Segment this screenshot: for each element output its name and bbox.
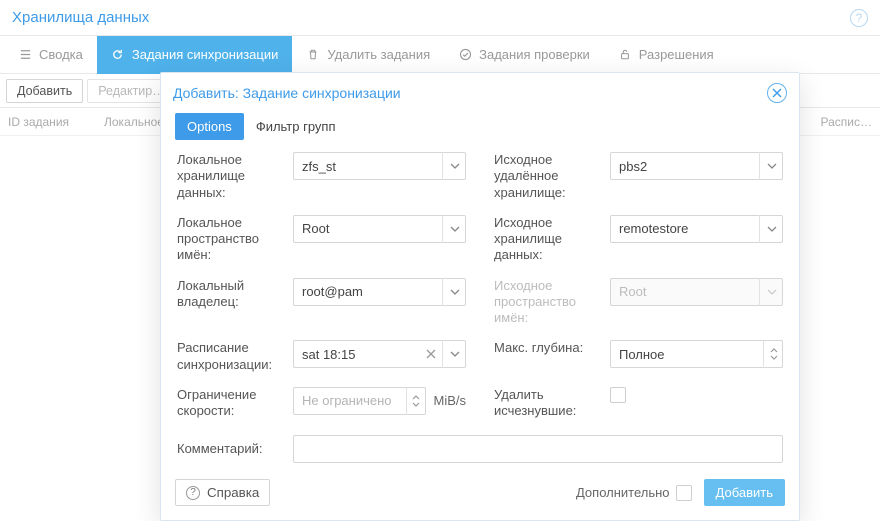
label-comment: Комментарий: (177, 441, 283, 457)
spinner-icon[interactable] (763, 340, 783, 368)
chevron-down-icon[interactable] (759, 215, 783, 243)
local-owner-select[interactable] (293, 278, 466, 306)
modal-title: Добавить: Задание синхронизации (173, 85, 401, 101)
submit-button[interactable]: Добавить (704, 479, 785, 506)
label-rate: Ограничение скорости: (177, 387, 283, 420)
chevron-down-icon[interactable] (759, 152, 783, 180)
advanced-toggle[interactable]: Дополнительно (576, 485, 692, 501)
advanced-label: Дополнительно (576, 485, 670, 500)
local-store-select[interactable] (293, 152, 466, 180)
help-button[interactable]: ? Справка (175, 479, 270, 506)
rate-unit: MiB/s (434, 393, 467, 408)
modal-tab-group-filter[interactable]: Фильтр групп (244, 113, 348, 140)
label-remote: Исходное удалённое хранилище: (494, 152, 600, 201)
chevron-down-icon (759, 278, 783, 306)
remove-vanished-checkbox[interactable] (610, 387, 626, 403)
label-remove-vanished: Удалить исчезнувшие: (494, 387, 600, 420)
remote-store-select[interactable] (610, 215, 783, 243)
help-button-label: Справка (207, 485, 259, 500)
chevron-down-icon[interactable] (442, 215, 466, 243)
chevron-down-icon[interactable] (442, 152, 466, 180)
label-local-ns: Локальное пространство имён: (177, 215, 283, 264)
label-remote-store: Исходное хранилище данных: (494, 215, 600, 264)
clear-icon[interactable] (422, 340, 440, 368)
max-depth-input[interactable] (610, 340, 783, 368)
comment-input[interactable] (293, 435, 783, 463)
chevron-down-icon[interactable] (442, 340, 466, 368)
modal-add-sync-job: Добавить: Задание синхронизации Options … (160, 72, 800, 521)
remote-select[interactable] (610, 152, 783, 180)
label-max-depth: Макс. глубина: (494, 340, 600, 356)
label-local-store: Локальное хранилище данных: (177, 152, 283, 201)
close-icon[interactable] (767, 83, 787, 103)
label-local-owner: Локальный владелец: (177, 278, 283, 311)
modal-tab-options[interactable]: Options (175, 113, 244, 140)
label-remote-ns: Исходное пространство имён: (494, 278, 600, 327)
chevron-down-icon[interactable] (442, 278, 466, 306)
schedule-input[interactable] (293, 340, 466, 368)
spinner-icon[interactable] (406, 387, 426, 415)
remote-ns-select (610, 278, 783, 306)
local-ns-select[interactable] (293, 215, 466, 243)
advanced-checkbox[interactable] (676, 485, 692, 501)
question-circle-icon: ? (186, 486, 200, 500)
label-schedule: Расписание синхронизации: (177, 340, 283, 373)
